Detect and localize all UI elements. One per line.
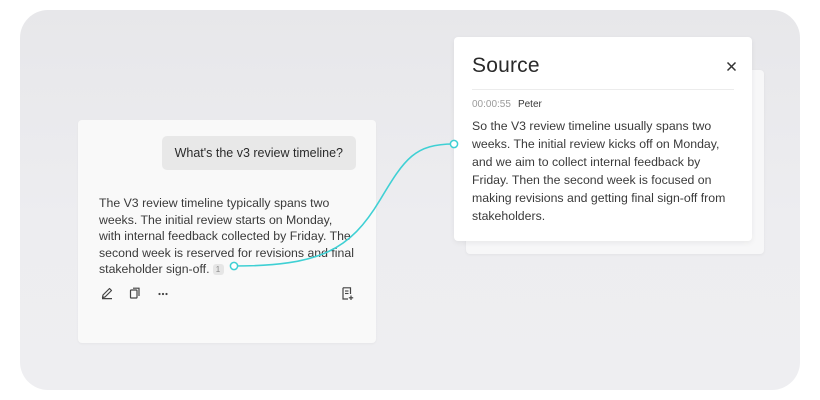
source-meta: 00:00:55 Peter	[472, 99, 542, 110]
add-note-icon	[341, 286, 353, 300]
canvas-background: What's the v3 review timeline? The V3 re…	[20, 10, 800, 390]
close-button[interactable]	[724, 59, 738, 73]
divider	[472, 89, 734, 90]
pencil-icon	[101, 287, 113, 300]
copy-icon	[129, 287, 140, 299]
source-panel: Source 00:00:55 Peter So the V3 review ti…	[454, 37, 752, 241]
citation-badge[interactable]: 1	[212, 264, 224, 275]
answer-text: The V3 review timeline typically spans t…	[99, 196, 354, 276]
source-title: Source	[472, 54, 540, 77]
speaker-name: Peter	[517, 99, 542, 110]
chat-card: What's the v3 review timeline? The V3 re…	[78, 120, 376, 343]
assistant-answer: The V3 review timeline typically spans t…	[99, 195, 357, 278]
copy-button[interactable]	[127, 285, 143, 301]
edit-button[interactable]	[99, 285, 115, 301]
add-note-button[interactable]	[339, 285, 355, 301]
close-icon	[726, 61, 736, 71]
user-question-bubble: What's the v3 review timeline?	[161, 136, 356, 170]
more-button[interactable]	[155, 285, 171, 301]
more-icon	[158, 292, 168, 296]
timestamp: 00:00:55	[472, 99, 511, 110]
source-transcript: So the V3 review timeline usually spans …	[472, 119, 726, 223]
answer-actions	[99, 285, 355, 303]
